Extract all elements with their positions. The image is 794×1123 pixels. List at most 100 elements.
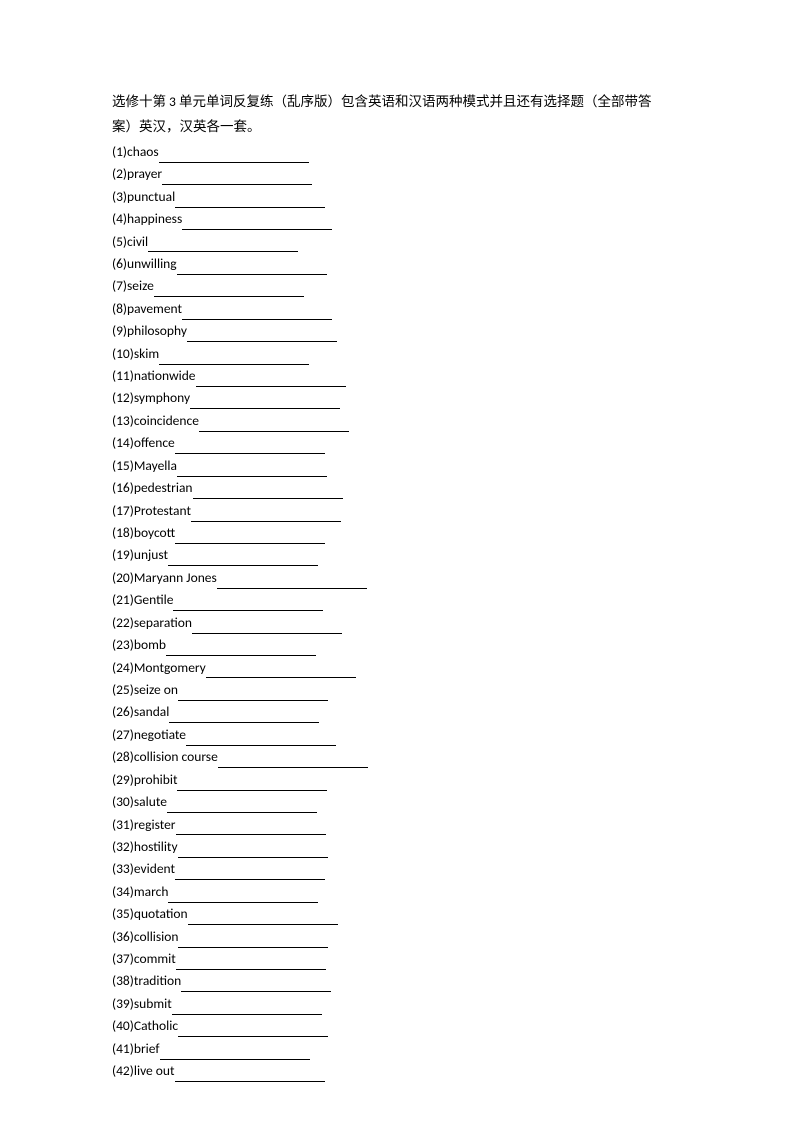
item-number: (29): [112, 770, 134, 791]
item-number: (42): [112, 1061, 134, 1082]
answer-blank[interactable]: [177, 777, 327, 791]
item-number: (10): [112, 344, 134, 365]
item-word: sandal: [134, 702, 170, 723]
item-word: punctual: [127, 187, 175, 208]
item-word: seize: [127, 276, 154, 297]
answer-blank[interactable]: [178, 687, 328, 701]
item-word: register: [134, 815, 176, 836]
answer-blank[interactable]: [190, 395, 340, 409]
answer-blank[interactable]: [182, 216, 332, 230]
answer-blank[interactable]: [175, 866, 325, 880]
item-word: Gentile: [134, 590, 174, 611]
item-number: (31): [112, 815, 134, 836]
item-word: coincidence: [134, 411, 199, 432]
item-word: Mayella: [134, 456, 177, 477]
item-number: (8): [112, 299, 127, 320]
answer-blank[interactable]: [182, 306, 332, 320]
item-number: (9): [112, 321, 127, 342]
item-number: (41): [112, 1039, 134, 1060]
item-number: (15): [112, 456, 134, 477]
worksheet-title-line2: 案）英汉，汉英各一套。: [112, 117, 694, 138]
item-word: collision course: [134, 747, 218, 768]
vocabulary-item: (16)pedestrian: [112, 478, 694, 499]
answer-blank[interactable]: [196, 373, 346, 387]
vocabulary-item: (27)negotiate: [112, 725, 694, 746]
answer-blank[interactable]: [178, 1023, 328, 1037]
answer-blank[interactable]: [160, 1046, 310, 1060]
vocabulary-item: (4)happiness: [112, 209, 694, 230]
answer-blank[interactable]: [175, 1068, 325, 1082]
vocabulary-item: (29)prohibit: [112, 770, 694, 791]
item-number: (23): [112, 635, 134, 656]
answer-blank[interactable]: [166, 642, 316, 656]
vocabulary-item: (15)Mayella: [112, 456, 694, 477]
answer-blank[interactable]: [162, 171, 312, 185]
answer-blank[interactable]: [172, 1001, 322, 1015]
item-word: unjust: [134, 545, 168, 566]
item-word: negotiate: [134, 725, 186, 746]
answer-blank[interactable]: [175, 440, 325, 454]
answer-blank[interactable]: [192, 620, 342, 634]
answer-blank[interactable]: [173, 597, 323, 611]
answer-blank[interactable]: [159, 149, 309, 163]
answer-blank[interactable]: [199, 418, 349, 432]
item-number: (30): [112, 792, 134, 813]
vocabulary-item: (37)commit: [112, 949, 694, 970]
item-word: brief: [134, 1039, 160, 1060]
item-number: (13): [112, 411, 134, 432]
item-number: (25): [112, 680, 134, 701]
item-number: (33): [112, 859, 134, 880]
item-number: (36): [112, 927, 134, 948]
vocabulary-item: (26)sandal: [112, 702, 694, 723]
item-number: (7): [112, 276, 127, 297]
vocabulary-item: (12)symphony: [112, 388, 694, 409]
vocabulary-item: (17)Protestant: [112, 501, 694, 522]
worksheet-title-line1: 选修十第 3 单元单词反复练（乱序版）包含英语和汉语两种模式并且还有选择题（全部…: [112, 92, 694, 113]
item-word: separation: [134, 613, 192, 634]
item-number: (28): [112, 747, 134, 768]
item-word: skim: [134, 344, 159, 365]
answer-blank[interactable]: [191, 508, 341, 522]
item-number: (32): [112, 837, 134, 858]
answer-blank[interactable]: [217, 575, 367, 589]
vocabulary-item: (5)civil: [112, 232, 694, 253]
vocabulary-item: (31)register: [112, 815, 694, 836]
answer-blank[interactable]: [177, 463, 327, 477]
item-word: commit: [134, 949, 176, 970]
answer-blank[interactable]: [188, 911, 338, 925]
vocabulary-item: (38)tradition: [112, 971, 694, 992]
vocabulary-item: (18)boycott: [112, 523, 694, 544]
answer-blank[interactable]: [218, 754, 368, 768]
answer-blank[interactable]: [159, 351, 309, 365]
answer-blank[interactable]: [148, 238, 298, 252]
answer-blank[interactable]: [176, 956, 326, 970]
answer-blank[interactable]: [167, 799, 317, 813]
item-number: (14): [112, 433, 134, 454]
answer-blank[interactable]: [168, 552, 318, 566]
answer-blank[interactable]: [178, 934, 328, 948]
vocabulary-item: (8)pavement: [112, 299, 694, 320]
answer-blank[interactable]: [175, 194, 325, 208]
item-number: (20): [112, 568, 134, 589]
answer-blank[interactable]: [154, 283, 304, 297]
answer-blank[interactable]: [186, 732, 336, 746]
answer-blank[interactable]: [178, 844, 328, 858]
vocabulary-item: (40)Catholic: [112, 1016, 694, 1037]
answer-blank[interactable]: [168, 889, 318, 903]
answer-blank[interactable]: [177, 261, 327, 275]
answer-blank[interactable]: [206, 664, 356, 678]
item-word: philosophy: [127, 321, 187, 342]
answer-blank[interactable]: [175, 530, 325, 544]
item-word: submit: [134, 994, 172, 1015]
item-word: unwilling: [127, 254, 177, 275]
vocabulary-item: (28)collision course: [112, 747, 694, 768]
answer-blank[interactable]: [187, 328, 337, 342]
vocabulary-item: (32)hostility: [112, 837, 694, 858]
item-word: symphony: [134, 388, 190, 409]
answer-blank[interactable]: [181, 978, 331, 992]
answer-blank[interactable]: [176, 821, 326, 835]
answer-blank[interactable]: [193, 485, 343, 499]
answer-blank[interactable]: [169, 709, 319, 723]
item-number: (2): [112, 164, 127, 185]
vocabulary-item: (30)salute: [112, 792, 694, 813]
